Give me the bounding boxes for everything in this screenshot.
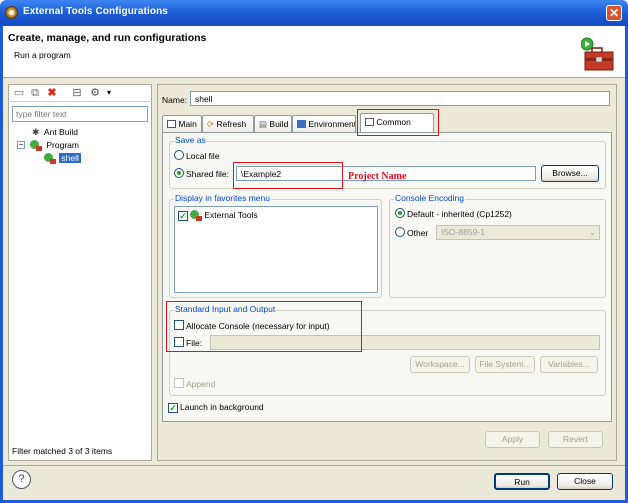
- radio-label: Default - inherited (Cp1252): [407, 209, 512, 219]
- build-icon: ▤: [259, 119, 268, 129]
- radio-label: Local file: [186, 151, 220, 161]
- filter-status: Filter matched 3 of 3 items: [12, 446, 113, 456]
- append-checkbox[interactable]: Append: [174, 378, 215, 389]
- new-configuration-icon[interactable]: ▭: [12, 86, 26, 100]
- checkbox-checked: ✓: [168, 403, 178, 413]
- toolbox-small-icon: [196, 216, 202, 221]
- radio-indicator: [395, 208, 405, 218]
- checkbox-unchecked: [174, 378, 184, 388]
- checkbox-label: Launch in background: [180, 402, 264, 412]
- annotation-project-name: Project Name: [348, 171, 407, 182]
- annotation-box-common-tab: [357, 109, 439, 136]
- tab-build[interactable]: ▤ Build: [254, 115, 292, 133]
- revert-button[interactable]: Revert: [548, 431, 603, 448]
- name-label: Name:: [162, 95, 188, 105]
- ant-icon: ✱: [32, 127, 40, 137]
- tree-item-shell[interactable]: shell: [44, 153, 81, 164]
- header-title: Create, manage, and run configurations: [8, 32, 207, 44]
- annotation-box-std-io: [166, 301, 362, 352]
- checkbox-checked: ✓: [178, 211, 188, 221]
- environment-icon: [297, 120, 306, 128]
- encoding-other-select[interactable]: ISO-8859-1 ⌄: [436, 225, 600, 240]
- radio-indicator: [174, 150, 184, 160]
- file-system-button[interactable]: File System...: [475, 356, 535, 373]
- tab-environment[interactable]: Environment: [292, 115, 356, 133]
- name-field[interactable]: [190, 91, 610, 106]
- tab-refresh[interactable]: ⟳ Refresh: [202, 115, 254, 133]
- tree-item-label: Ant Build: [43, 127, 78, 137]
- favorites-item-external-tools[interactable]: ✓ External Tools: [178, 210, 258, 221]
- workspace-button[interactable]: Workspace...: [410, 356, 470, 373]
- tree-collapse-toggle[interactable]: −: [17, 141, 25, 149]
- window-close-button[interactable]: ✕: [606, 5, 622, 21]
- favorites-item-label: External Tools: [204, 210, 258, 220]
- header-subtitle: Run a program: [14, 50, 71, 60]
- tab-label: Refresh: [216, 119, 247, 129]
- favorites-title: Display in favorites menu: [174, 193, 271, 203]
- main-tab-icon: [167, 120, 176, 128]
- toolbox-small-icon: [36, 146, 42, 151]
- tab-main[interactable]: Main: [162, 115, 202, 133]
- refresh-icon: ⟳: [207, 119, 215, 129]
- encoding-other-radio[interactable]: Other: [395, 227, 428, 238]
- tab-label: Environment: [308, 119, 356, 129]
- dialog-header: Create, manage, and run configurations R…: [3, 26, 625, 78]
- duplicate-icon[interactable]: ⧉: [28, 86, 42, 100]
- window-title: External Tools Configurations: [23, 6, 168, 17]
- close-button[interactable]: Close: [557, 473, 613, 490]
- radio-label: Shared file:: [186, 169, 229, 179]
- tree-item-label: Program: [46, 140, 79, 150]
- shared-file-radio[interactable]: Shared file:: [174, 168, 229, 179]
- tools-gear-icon: [5, 6, 18, 19]
- console-encoding-title: Console Encoding: [394, 193, 465, 203]
- delete-icon[interactable]: ✖: [45, 86, 59, 100]
- save-as-title: Save as: [174, 135, 207, 145]
- collapse-all-icon[interactable]: ⊟: [70, 86, 84, 100]
- run-button[interactable]: Run: [494, 473, 550, 490]
- chevron-down-icon: ⌄: [588, 227, 596, 237]
- select-value: ISO-8859-1: [441, 227, 485, 237]
- toolbar-divider: [8, 101, 152, 102]
- tree-item-ant-build[interactable]: ✱ Ant Build: [32, 127, 78, 138]
- toolbox-small-icon: [50, 159, 56, 164]
- footer-divider: [3, 465, 625, 466]
- radio-indicator: [395, 227, 405, 237]
- tab-label: Build: [269, 119, 289, 129]
- radio-label: Other: [407, 228, 429, 238]
- tree-item-program[interactable]: Program: [30, 140, 79, 151]
- view-menu-chevron-down-icon[interactable]: ▾: [102, 86, 116, 100]
- filter-input[interactable]: [12, 106, 148, 122]
- toolbox-icon: [581, 37, 614, 71]
- launch-background-checkbox[interactable]: ✓ Launch in background: [168, 402, 264, 413]
- encoding-default-radio[interactable]: Default - inherited (Cp1252): [395, 208, 512, 219]
- radio-indicator: [174, 168, 184, 178]
- variables-button[interactable]: Variables...: [540, 356, 598, 373]
- checkbox-label: Append: [186, 379, 216, 389]
- title-bar: External Tools Configurations ✕: [0, 0, 628, 26]
- local-file-radio[interactable]: Local file: [174, 150, 220, 161]
- annotation-box-shared-file: [233, 162, 343, 189]
- browse-button[interactable]: Browse...: [541, 165, 599, 182]
- filter-icon[interactable]: ⚙: [88, 86, 102, 100]
- tree-item-label: shell: [59, 153, 81, 163]
- tab-label: Main: [178, 119, 197, 129]
- left-toolbar: ▭ ⧉ ✖ ⊟ ⚙ ▾: [12, 86, 122, 102]
- apply-button[interactable]: Apply: [485, 431, 540, 448]
- help-icon[interactable]: ?: [12, 470, 31, 489]
